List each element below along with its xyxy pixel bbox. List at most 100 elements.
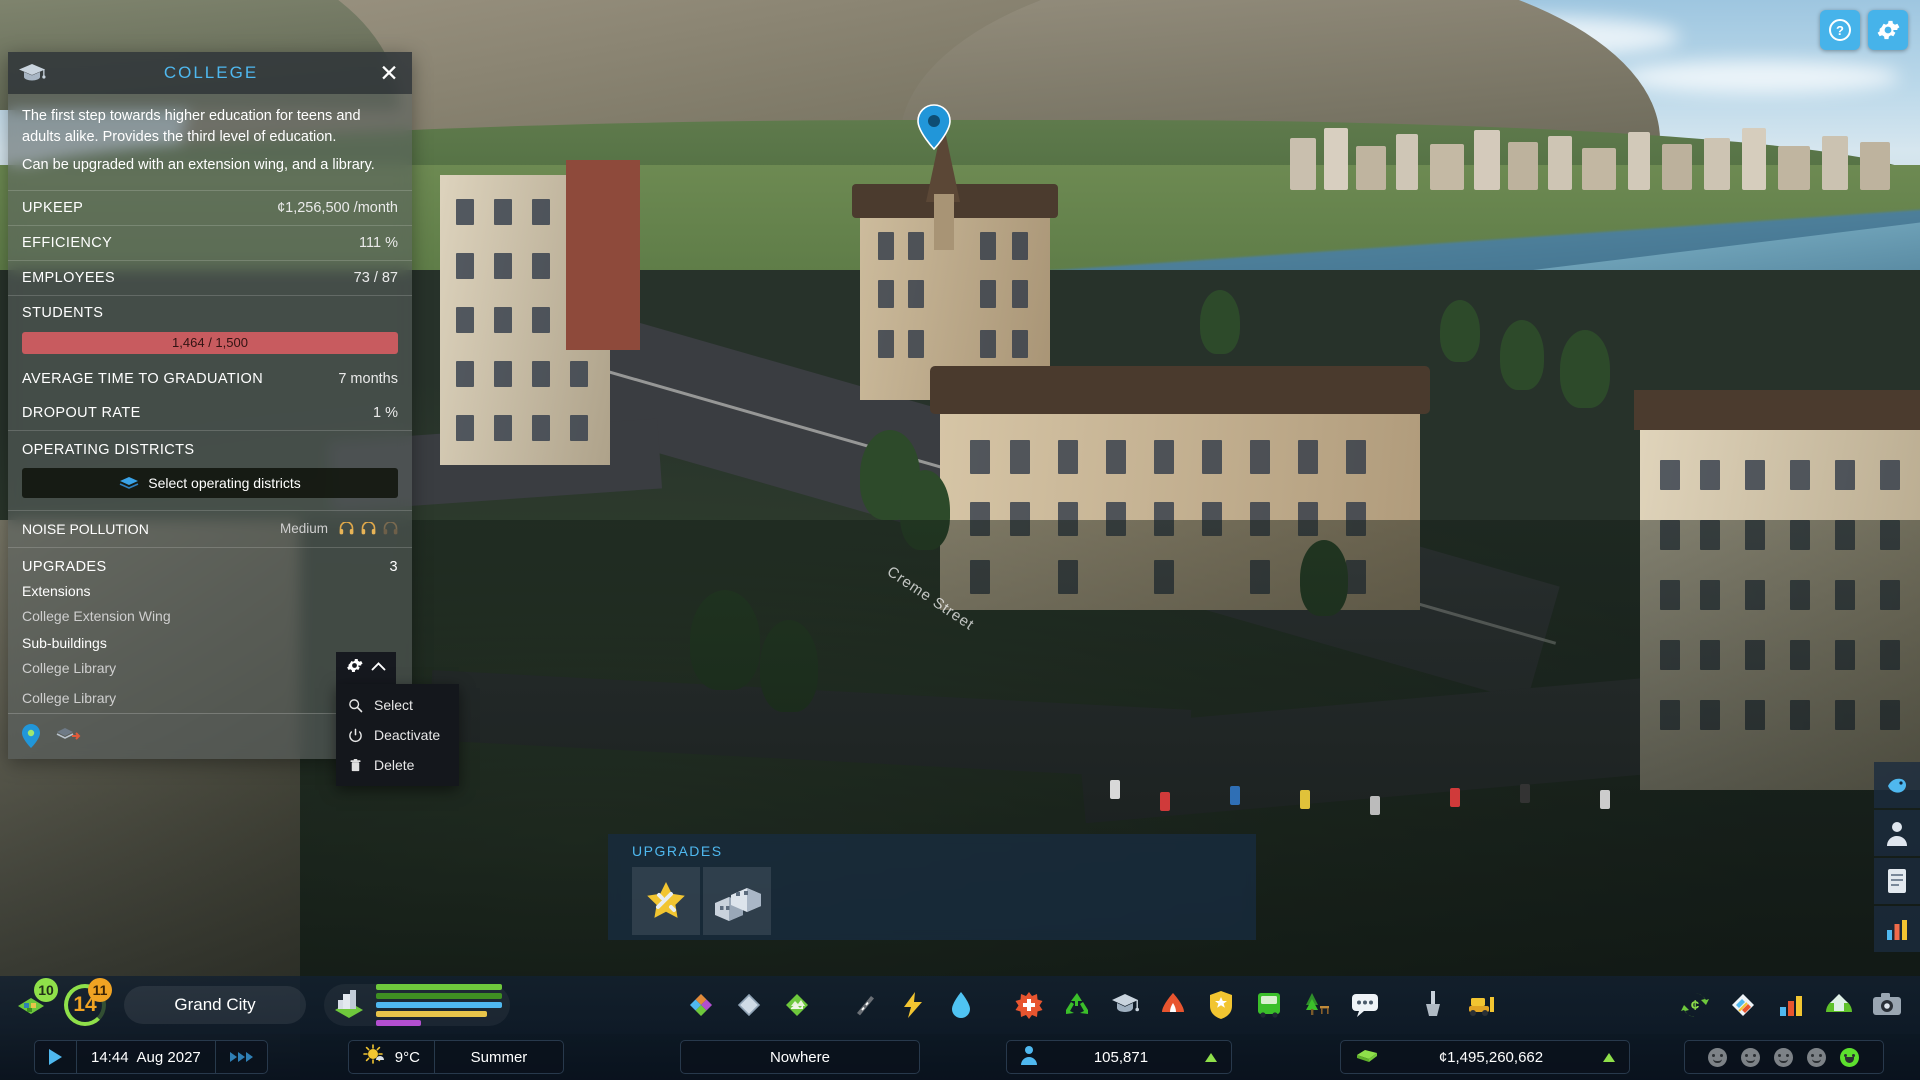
fast-forward-button[interactable] xyxy=(216,1041,267,1073)
toolbar-right-tools: ¢ xyxy=(1672,982,1920,1028)
brick-building[interactable] xyxy=(566,160,640,350)
context-menu-item-delete[interactable]: Delete xyxy=(336,750,459,780)
xp-badge: 11 xyxy=(88,978,112,1002)
money-display[interactable]: ¢1,495,260,662 xyxy=(1339,1040,1630,1074)
context-item-label: Deactivate xyxy=(374,727,441,743)
bulldoze-icon xyxy=(1469,997,1494,1016)
tool-water[interactable] xyxy=(938,982,984,1028)
milestone-button[interactable]: 10 xyxy=(6,978,58,1030)
students-progress-text: 1,464 / 1,500 xyxy=(172,335,248,351)
city-name-button[interactable]: Grand City xyxy=(124,986,306,1024)
stat-value: 7 months xyxy=(338,370,398,387)
top-right-buttons: ? xyxy=(1820,10,1908,50)
bird-icon xyxy=(1888,778,1906,793)
document-widget-button[interactable] xyxy=(1874,858,1920,904)
location-display[interactable]: Nowhere xyxy=(679,1040,920,1074)
population-trend-up-icon xyxy=(1204,1052,1217,1062)
context-menu-list[interactable]: Select Deactivate Delete xyxy=(336,684,459,786)
demand-bar-commercial xyxy=(376,1002,502,1008)
demand-indicator[interactable] xyxy=(324,984,510,1026)
tool-info-views[interactable] xyxy=(1816,982,1862,1028)
tool-transportation[interactable] xyxy=(1246,982,1292,1028)
tool-police[interactable] xyxy=(1198,982,1244,1028)
happiness-face-5-active xyxy=(1840,1047,1860,1067)
stat-upkeep: UPKEEP ¢1,256,500 /month xyxy=(8,189,412,225)
close-icon[interactable]: ✕ xyxy=(376,60,402,86)
happiness-face-2 xyxy=(1741,1047,1761,1067)
distant-cityscape xyxy=(1280,120,1920,190)
page-title: COLLEGE xyxy=(163,63,259,82)
temperature-text: 9°C xyxy=(394,1048,420,1066)
tool-garbage[interactable] xyxy=(1054,982,1100,1028)
tool-districts[interactable] xyxy=(726,982,772,1028)
tool-roads[interactable] xyxy=(842,982,888,1028)
tool-landscaping[interactable] xyxy=(774,982,820,1028)
tool-terraform[interactable] xyxy=(1410,982,1456,1028)
tray-item-upgrade-generic[interactable] xyxy=(632,867,700,935)
tool-statistics[interactable] xyxy=(1768,982,1814,1028)
students-progress-bar: 1,464 / 1,500 xyxy=(22,331,398,354)
landscaping-icon xyxy=(786,994,808,1016)
main-toolbar: 10 14 11 Grand City ¢ xyxy=(0,976,1920,1034)
tool-map[interactable] xyxy=(1720,982,1766,1028)
upgrades-count: 3 xyxy=(389,558,398,575)
bird-widget-button[interactable] xyxy=(1874,762,1920,808)
settings-button[interactable] xyxy=(1868,10,1908,50)
date-display: 14:44 Aug 2027 xyxy=(77,1041,215,1073)
context-menu-item-deactivate[interactable]: Deactivate xyxy=(336,720,459,750)
upgrade-item-college-extension-wing[interactable]: College Extension Wing xyxy=(8,601,412,631)
tool-communications[interactable] xyxy=(1342,982,1388,1028)
happiness-display[interactable] xyxy=(1683,1040,1884,1074)
power-icon xyxy=(348,728,363,743)
tool-economy[interactable]: ¢ xyxy=(1672,982,1718,1028)
help-button[interactable]: ? xyxy=(1820,10,1860,50)
info-views-icon xyxy=(1826,994,1852,1012)
context-menu-item-select[interactable]: Select xyxy=(336,690,459,720)
happiness-faces xyxy=(1685,1041,1883,1073)
play-button[interactable] xyxy=(35,1041,76,1073)
tool-parks[interactable] xyxy=(1294,982,1340,1028)
chevron-up-icon[interactable] xyxy=(371,659,386,677)
star-wrench-icon xyxy=(647,882,685,918)
stat-value: 73 / 87 xyxy=(353,269,398,286)
context-item-label: Select xyxy=(374,697,413,713)
noise-meter-icon xyxy=(361,521,376,535)
description-line-2: Can be upgraded with an extension wing, … xyxy=(22,157,375,174)
stat-label: EMPLOYEES xyxy=(22,269,116,286)
xp-progress-button[interactable]: 14 11 xyxy=(60,978,112,1030)
stat-employees: EMPLOYEES 73 / 87 xyxy=(8,259,412,295)
happiness-face-1 xyxy=(1708,1047,1728,1067)
tool-photo-mode[interactable] xyxy=(1864,982,1910,1028)
money-trend-up-icon xyxy=(1602,1052,1615,1062)
tool-education[interactable] xyxy=(1102,982,1148,1028)
tool-electricity[interactable] xyxy=(890,982,936,1028)
statistics-icon xyxy=(1780,996,1802,1016)
graduation-cap-icon xyxy=(18,63,46,83)
upgrade-context-menu[interactable]: Select Deactivate Delete xyxy=(336,652,459,786)
tool-zoning[interactable] xyxy=(678,982,724,1028)
location-pin-icon[interactable] xyxy=(22,724,40,749)
time-controls[interactable]: 14:44 Aug 2027 xyxy=(34,1040,268,1074)
transportation-icon xyxy=(1258,993,1280,1018)
citizen-widget-button[interactable] xyxy=(1874,810,1920,856)
context-menu-header[interactable] xyxy=(336,652,396,684)
stat-value: 111 % xyxy=(359,234,398,251)
education-icon xyxy=(1112,994,1139,1012)
move-building-icon[interactable] xyxy=(56,726,81,746)
magnifier-icon xyxy=(348,698,363,713)
play-icon xyxy=(49,1049,62,1065)
select-operating-districts-button[interactable]: Select operating districts xyxy=(22,467,398,498)
tool-healthcare[interactable] xyxy=(1006,982,1052,1028)
operating-districts-label: OPERATING DISTRICTS xyxy=(8,429,412,464)
gear-icon[interactable] xyxy=(346,657,363,679)
tool-fire[interactable] xyxy=(1150,982,1196,1028)
stats-widget-button[interactable] xyxy=(1874,906,1920,952)
tool-bulldoze[interactable] xyxy=(1458,982,1504,1028)
map-pin-marker[interactable] xyxy=(916,104,952,151)
tray-item-college-extension-wing[interactable] xyxy=(703,867,771,935)
population-display[interactable]: 105,871 xyxy=(1005,1040,1232,1074)
date-text: Aug 2027 xyxy=(136,1048,201,1066)
citizen-icon xyxy=(1887,822,1907,846)
weather-display[interactable]: 9°C Summer xyxy=(347,1040,564,1074)
upgrades-tray[interactable]: UPGRADES xyxy=(608,834,1256,940)
